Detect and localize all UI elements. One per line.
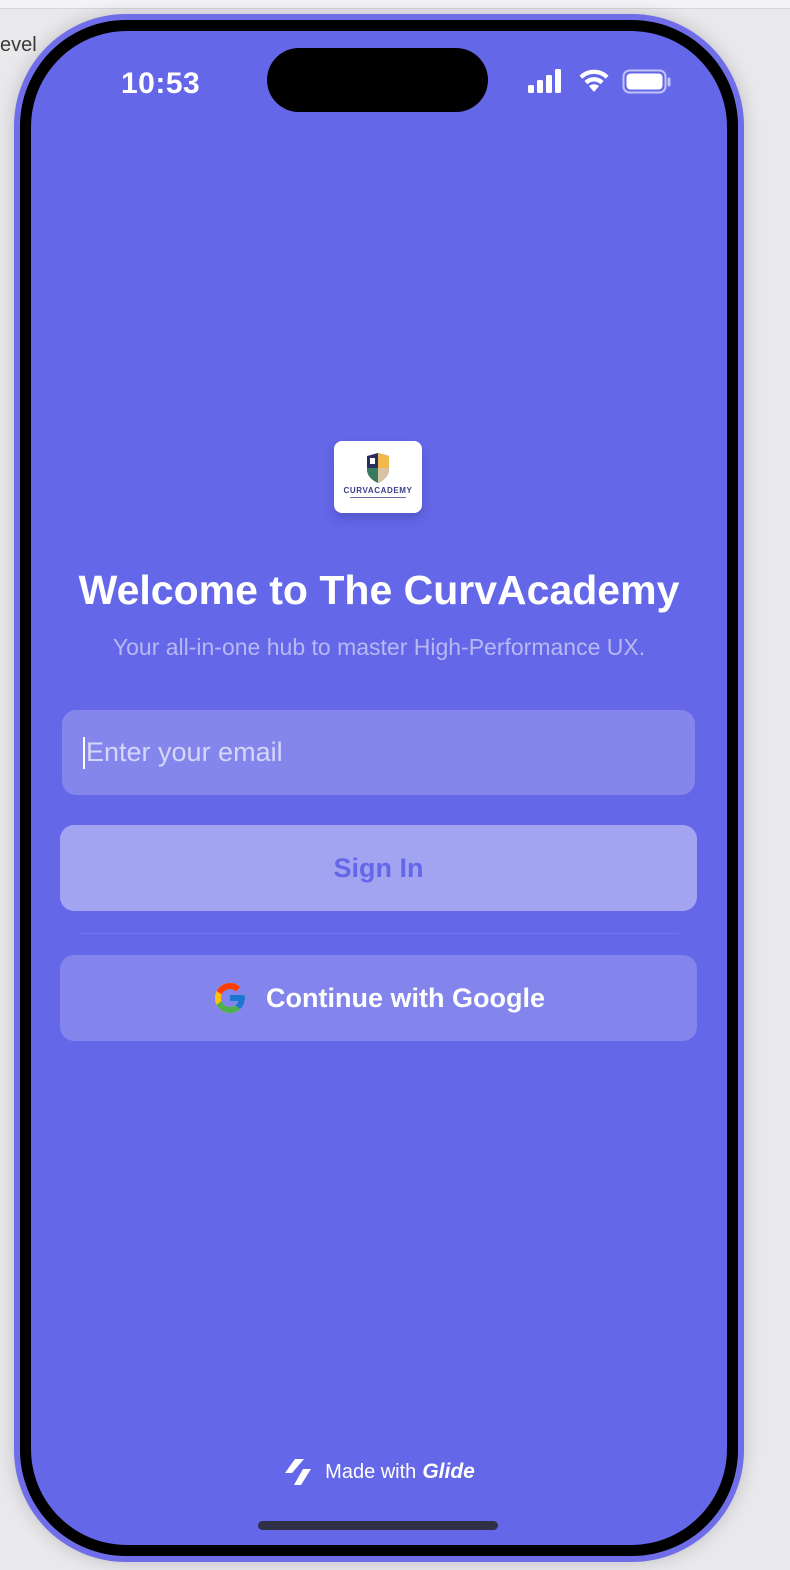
google-label: Continue with Google — [266, 982, 545, 1013]
made-with-glide-link[interactable]: Made with Glide — [31, 1457, 727, 1487]
google-icon — [215, 983, 246, 1013]
background-text: evel — [0, 34, 37, 56]
sign-in-button[interactable]: Sign In — [60, 825, 697, 911]
browser-top-edge — [0, 0, 790, 9]
welcome-title: Welcome to The CurvAcademy — [78, 567, 680, 613]
sign-in-label: Sign In — [333, 852, 424, 883]
continue-with-google-button[interactable]: Continue with Google — [60, 955, 697, 1041]
divider — [79, 933, 679, 934]
text-caret — [83, 736, 85, 769]
email-field[interactable]: Enter your email — [62, 710, 695, 795]
glide-brand: Glide — [422, 1460, 475, 1483]
signal-icon — [528, 69, 561, 93]
dynamic-island — [267, 48, 488, 112]
logo-wordmark: CURVACADEMY — [344, 486, 413, 495]
made-with-text: Made with — [325, 1460, 417, 1483]
app-logo: CURVACADEMY — [334, 441, 422, 513]
glide-icon — [285, 1459, 312, 1485]
welcome-subtitle: Your all-in-one hub to master High-Perfo… — [112, 634, 646, 660]
email-placeholder: Enter your email — [86, 737, 283, 767]
home-indicator[interactable] — [258, 1521, 498, 1530]
shield-logo-icon: CURVACADEMY — [344, 453, 413, 498]
wifi-icon — [579, 69, 609, 92]
page: evel 10:53 CURVACADEMY Welcome to The Cu… — [0, 0, 790, 1570]
battery-icon — [622, 69, 671, 94]
app-screen: 10:53 CURVACADEMY Welcome to The CurvAca… — [31, 31, 727, 1545]
status-time: 10:53 — [121, 67, 201, 100]
